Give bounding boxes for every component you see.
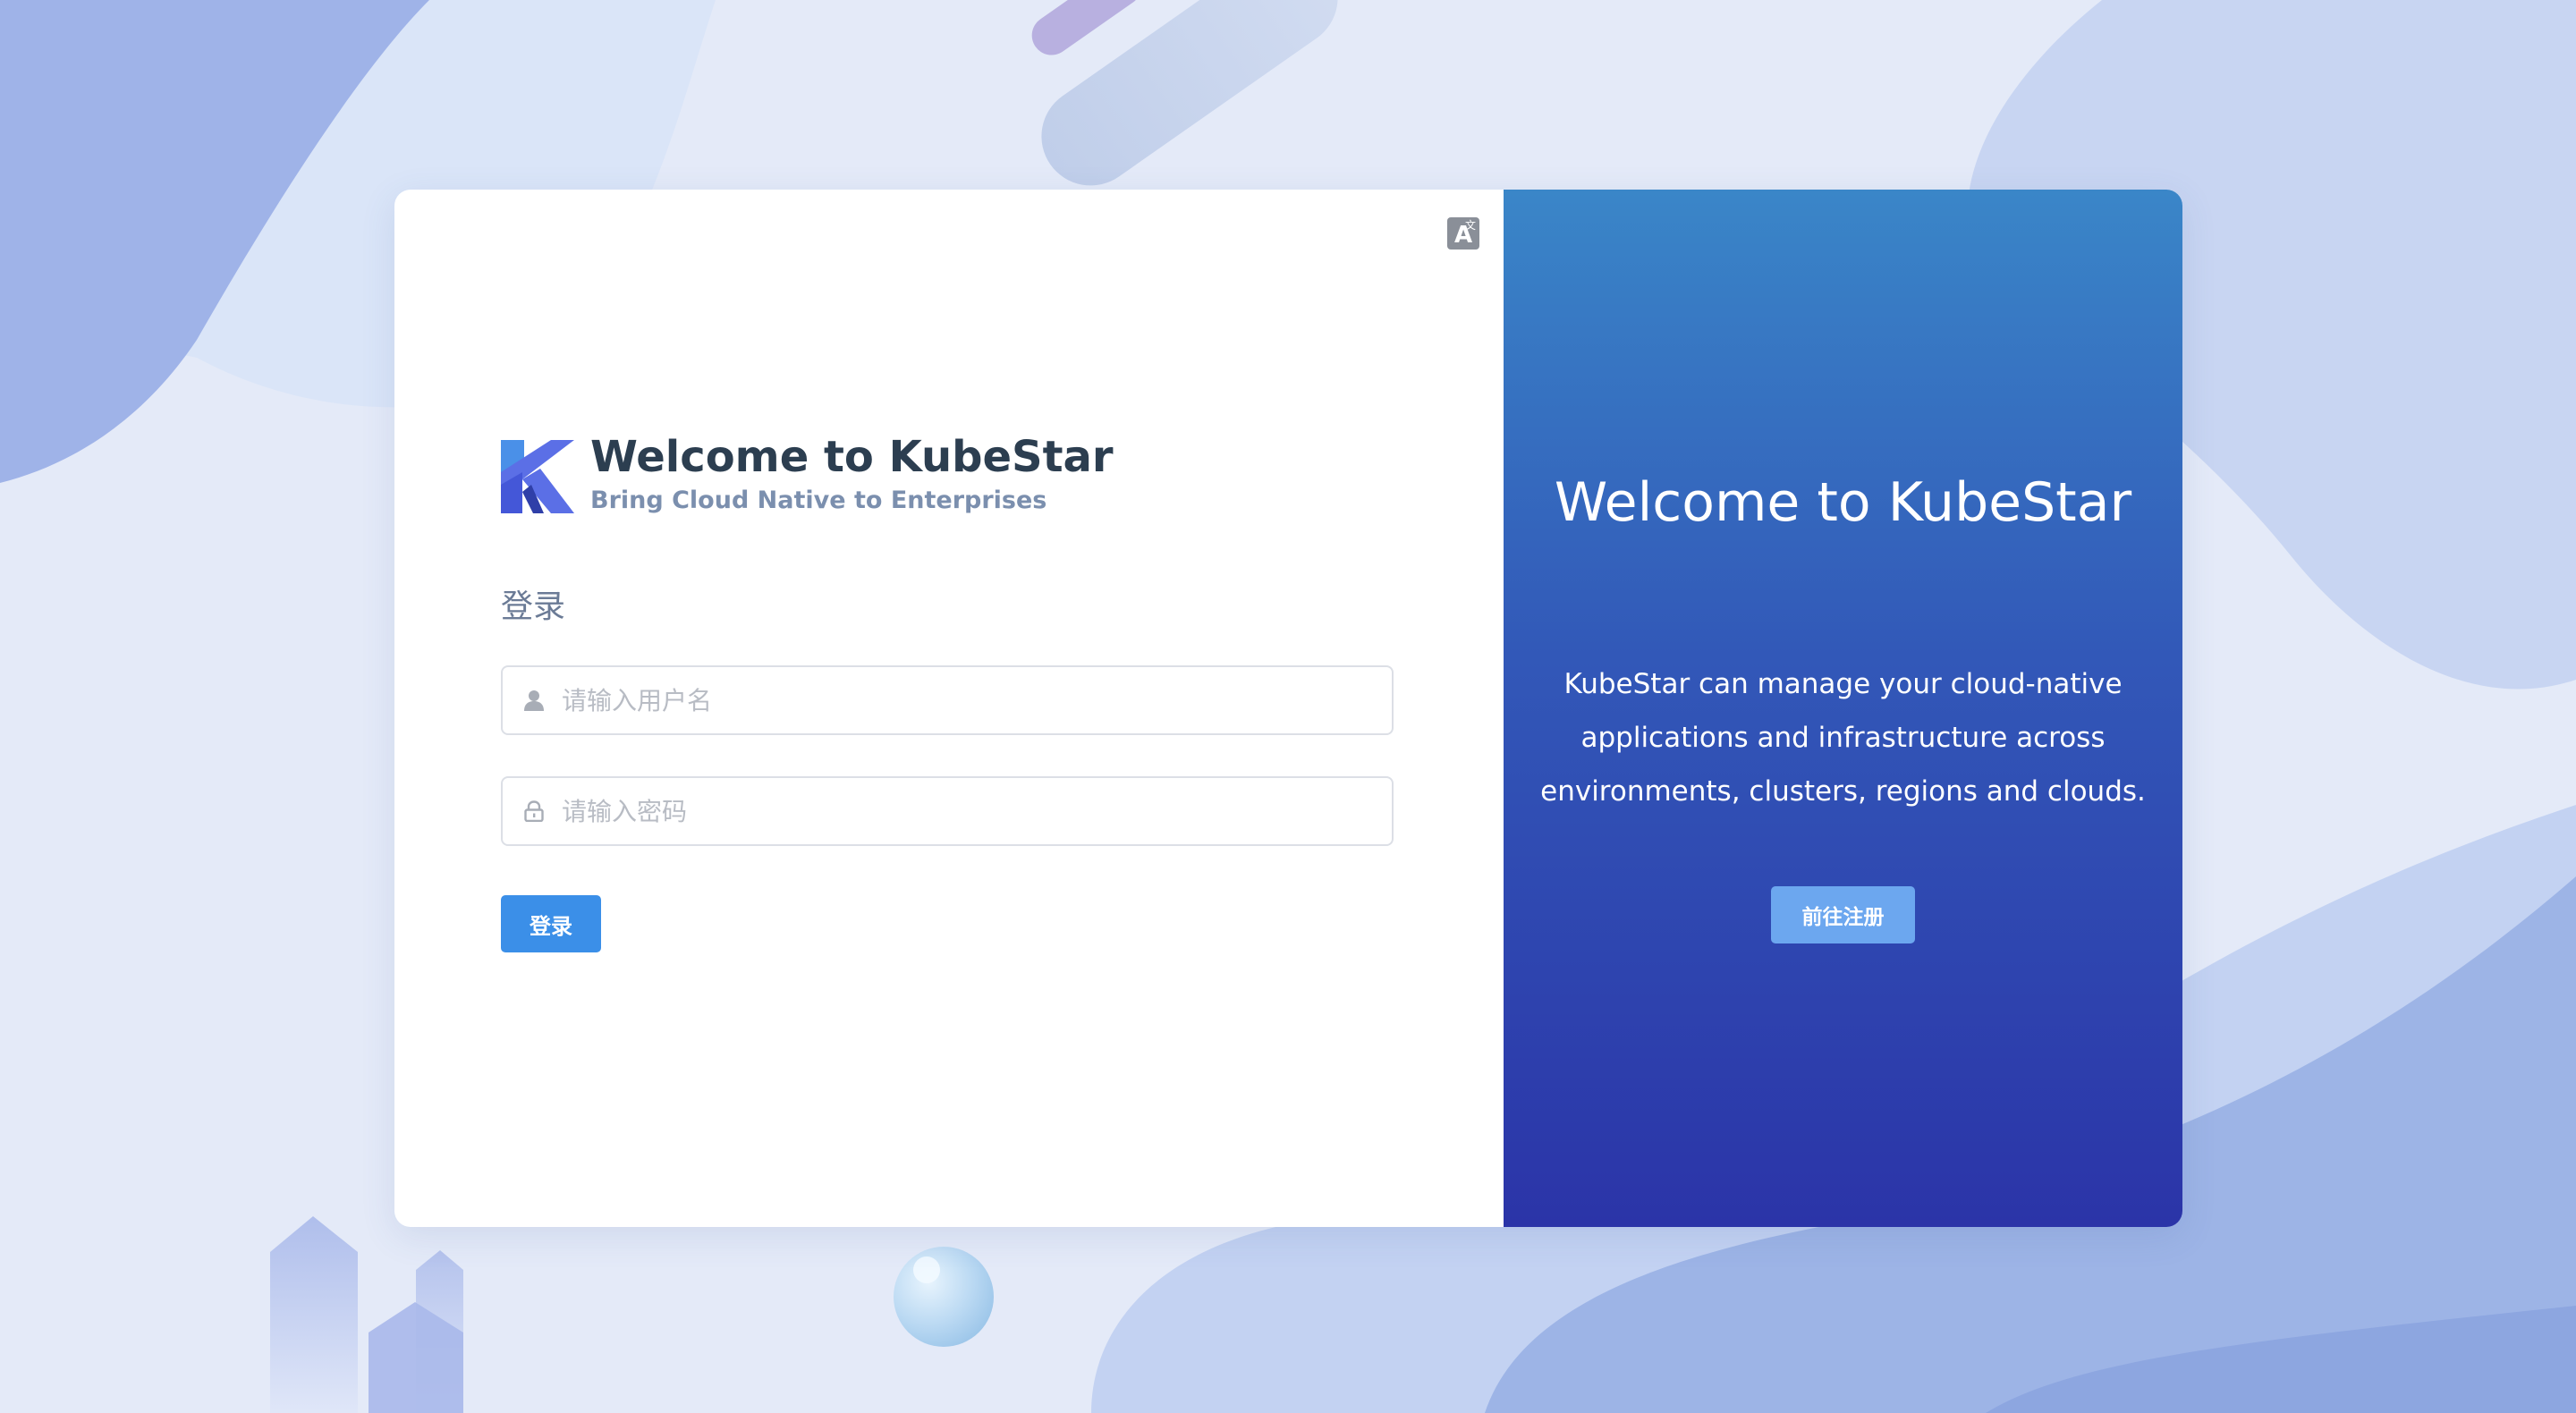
username-field[interactable] <box>501 665 1394 735</box>
bg-crystal-1 <box>270 1216 358 1413</box>
login-form-title: 登录 <box>501 588 566 625</box>
promo-description-line: environments, clusters, regions and clou… <box>1540 775 2146 808</box>
promo-title: Welcome to KubeStar <box>1554 471 2132 534</box>
username-input[interactable] <box>560 684 1368 716</box>
password-input[interactable] <box>560 795 1368 827</box>
login-page: A 文 Welcome to KubeStar Bring Cloud Nati… <box>0 0 2576 1413</box>
brand-subtitle: Bring Cloud Native to Enterprises <box>590 486 1047 514</box>
login-button[interactable]: 登录 <box>501 895 601 952</box>
login-panel: A 文 Welcome to KubeStar Bring Cloud Nati… <box>394 190 1504 1227</box>
translate-icon-superscript: 文 <box>1464 219 1476 232</box>
promo-panel: Welcome to KubeStar KubeStar can manage … <box>1504 190 2182 1227</box>
lock-icon <box>522 800 546 823</box>
language-toggle-button[interactable]: A 文 <box>1447 217 1479 250</box>
register-button[interactable]: 前往注册 <box>1771 886 1915 943</box>
promo-description-line: applications and infrastructure across <box>1580 722 2106 754</box>
bg-bubble-highlight <box>913 1256 940 1283</box>
promo-description: KubeStar can manage your cloud-native ap… <box>1504 657 2182 818</box>
login-card: A 文 Welcome to KubeStar Bring Cloud Nati… <box>394 190 2182 1227</box>
brand-title: Welcome to KubeStar <box>590 432 1114 482</box>
kubestar-logo-icon <box>501 440 574 513</box>
user-icon <box>522 689 546 712</box>
brand-header: Welcome to KubeStar Bring Cloud Native t… <box>501 427 1114 514</box>
bg-bubble <box>894 1247 994 1347</box>
password-field[interactable] <box>501 776 1394 846</box>
promo-description-line: KubeStar can manage your cloud-native <box>1563 668 2123 700</box>
